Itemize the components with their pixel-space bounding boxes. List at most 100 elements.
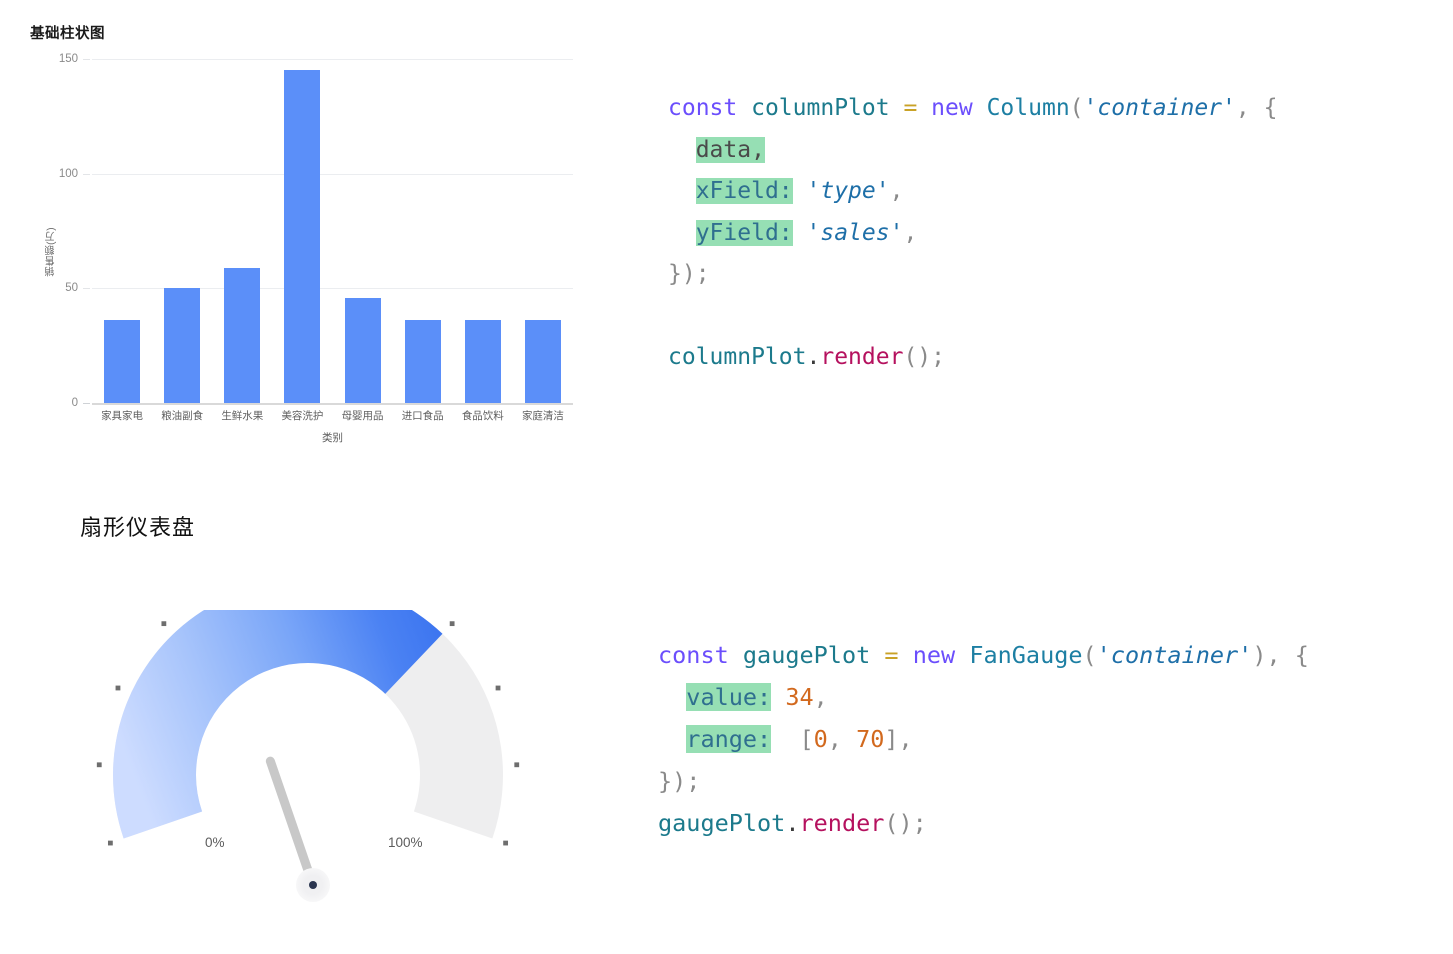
- gauge-tick-dot: [161, 621, 167, 627]
- gauge-tick-dot: [115, 685, 121, 691]
- gauge-needle: [265, 756, 330, 902]
- gauge-min-label: 0%: [205, 835, 225, 850]
- code-token: 34: [785, 683, 814, 711]
- gauge-value-arc-path: [113, 580, 443, 839]
- code-token: container: [1097, 95, 1223, 121]
- code-token: {: [1294, 641, 1309, 669]
- code-token: columnPlot: [668, 344, 807, 370]
- code-token: const: [668, 95, 738, 121]
- x-tick-label: 母婴用品: [341, 410, 384, 422]
- code-token: {: [1263, 95, 1278, 121]
- code-line: });: [668, 254, 1277, 296]
- bar-美容洗护[interactable]: [284, 70, 321, 403]
- code-token: value:: [686, 683, 772, 711]
- code-token: ();: [903, 344, 945, 370]
- code-token: new: [931, 95, 973, 121]
- code-line: const columnPlot = new Column('container…: [668, 88, 1277, 130]
- bar-家庭清洁[interactable]: [524, 320, 561, 403]
- gauge-value-arc: [113, 580, 443, 839]
- code-line: columnPlot.render();: [668, 337, 1277, 379]
- code-token: sales: [820, 219, 890, 246]
- code-token: const: [658, 641, 729, 669]
- code-line: yField: 'sales',: [668, 213, 1277, 255]
- code-token: ,: [889, 178, 904, 204]
- code-token: gaugePlot: [742, 641, 871, 669]
- gauge-tick-dot: [514, 762, 520, 768]
- column-plot-code-block: const columnPlot = new Column('container…: [668, 88, 1277, 379]
- code-token: (: [1069, 95, 1084, 121]
- x-tick-label: 进口食品: [401, 410, 444, 422]
- y-tick-label: 100: [58, 167, 78, 180]
- code-token: ': [1096, 641, 1111, 669]
- gauge-needle-line: [265, 756, 318, 890]
- bar-chart: 销售额(万) 类别 0 50 100 150 家具家电 粮油副食 生鲜水果 美容洗护 母婴用品 进…: [0, 45, 600, 455]
- code-token: render: [820, 344, 904, 370]
- x-axis-title: 类别: [322, 432, 343, 444]
- code-token: (: [1082, 641, 1097, 669]
- code-token: Column: [986, 95, 1070, 121]
- code-token: 0: [813, 725, 828, 753]
- y-tick-mark: [83, 173, 90, 175]
- code-token: [: [799, 725, 814, 753]
- y-tick-mark: [83, 403, 90, 404]
- y-gridline: [92, 173, 573, 175]
- gauge-tick-dot: [107, 840, 113, 846]
- code-line: data,: [668, 130, 1277, 172]
- y-axis-title: 销售额(万): [46, 227, 57, 277]
- x-tick-label: 家具家电: [101, 410, 144, 422]
- gauge-tick-dot: [503, 840, 509, 846]
- code-token: ,: [827, 725, 857, 753]
- bar-plot-area: [83, 59, 573, 405]
- code-token: ,: [903, 219, 918, 246]
- code-line: value: 34,: [658, 676, 1309, 718]
- code-token: .: [806, 344, 821, 370]
- bar-食品饮料[interactable]: [464, 320, 501, 403]
- x-tick-label: 粮油副食: [161, 410, 204, 422]
- bar-家具家电[interactable]: [104, 320, 141, 403]
- code-line: const gaugePlot = new FanGauge('containe…: [658, 634, 1309, 676]
- bar-粮油副食[interactable]: [164, 288, 201, 403]
- bar-进口食品[interactable]: [404, 320, 441, 403]
- code-token: ,: [1235, 95, 1250, 121]
- code-token: ': [1222, 95, 1236, 121]
- code-token: range:: [686, 725, 772, 753]
- fan-gauge: 0% 100%: [55, 563, 575, 920]
- code-token: ': [875, 178, 890, 204]
- bar-生鲜水果[interactable]: [224, 267, 261, 403]
- code-token: 70: [856, 725, 885, 753]
- code-token: ': [889, 219, 904, 246]
- code-line: gaugePlot.render();: [658, 802, 1309, 844]
- code-token: ': [806, 178, 821, 204]
- code-token: FanGauge: [969, 641, 1083, 669]
- code-token: ],: [884, 725, 913, 753]
- code-token: ': [1238, 641, 1253, 669]
- bar-母婴用品[interactable]: [344, 297, 381, 403]
- code-token: });: [668, 261, 710, 287]
- gauge-max-label: 100%: [388, 835, 423, 850]
- code-token: yField:: [695, 219, 793, 246]
- gauge-tick-dot: [449, 621, 455, 627]
- code-token: ();: [884, 809, 927, 837]
- code-token: xField:: [695, 178, 793, 204]
- code-token: data,: [695, 136, 765, 163]
- code-token: =: [903, 95, 918, 121]
- code-line: [668, 296, 1277, 338]
- y-gridline: [92, 59, 573, 60]
- code-token: render: [799, 809, 885, 837]
- gauge-pivot-dot: [309, 881, 317, 889]
- y-tick-label: 50: [65, 282, 78, 295]
- gauge-section-title: 扇形仪表盘: [80, 515, 196, 540]
